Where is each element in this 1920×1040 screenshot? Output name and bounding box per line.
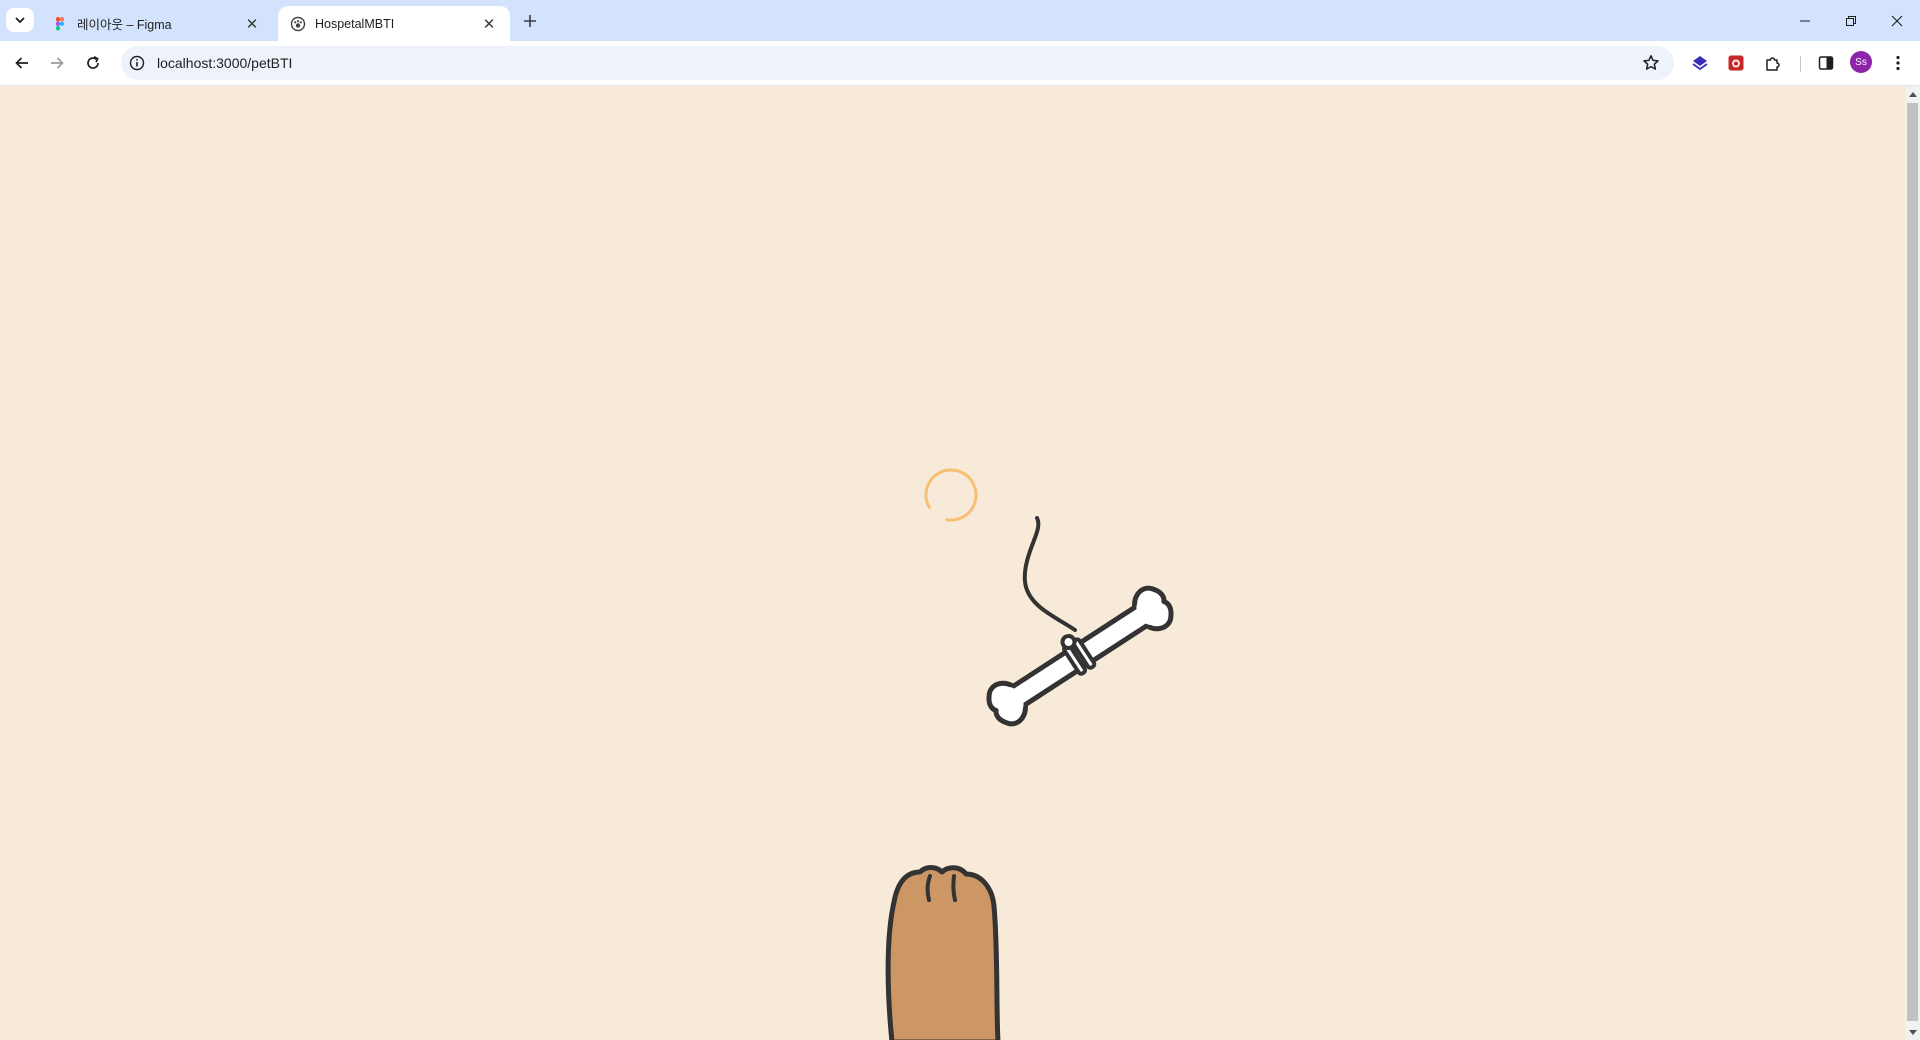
- arrow-right-icon: [51, 57, 64, 69]
- address-url[interactable]: localhost:3000/petBTI: [157, 55, 292, 71]
- tab-title: HospetalMBTI: [315, 16, 395, 31]
- more-vertical-icon: [1896, 55, 1900, 71]
- tab-hospetalmbti[interactable]: HospetalMBTI ✕: [278, 6, 510, 41]
- page-scrollbar[interactable]: [1905, 86, 1920, 1040]
- arrow-left-icon: [15, 57, 28, 69]
- tab-strip: 레이아웃 – Figma ✕ HospetalMBTI ✕: [0, 0, 1920, 41]
- toolbar-separator: [1800, 56, 1801, 72]
- figma-icon: [56, 16, 64, 30]
- browser-toolbar: localhost:3000/petBTI Ss: [0, 41, 1920, 86]
- site-info-icon[interactable]: [129, 55, 145, 71]
- extensions-button[interactable]: [1762, 52, 1784, 74]
- paw-favicon-icon: [290, 16, 306, 31]
- scroll-down-button[interactable]: [1905, 1025, 1920, 1040]
- extension-red-icon[interactable]: [1725, 52, 1747, 74]
- extension-stack-icon[interactable]: [1689, 52, 1711, 74]
- new-tab-button[interactable]: [519, 10, 541, 32]
- close-window-button[interactable]: [1874, 0, 1920, 41]
- restore-icon: [1846, 15, 1856, 26]
- close-tab-icon[interactable]: ✕: [243, 15, 261, 33]
- layers-icon: [1692, 56, 1708, 71]
- bone-on-string-illustration: [986, 516, 1174, 727]
- dog-paw-illustration: [885, 865, 1001, 1040]
- restore-button[interactable]: [1828, 0, 1874, 41]
- forward-button[interactable]: [43, 49, 71, 77]
- bookmark-star-icon[interactable]: [1642, 54, 1660, 72]
- minimize-icon: [1800, 20, 1810, 21]
- back-button[interactable]: [8, 49, 36, 77]
- scrollbar-thumb[interactable]: [1907, 103, 1918, 1021]
- side-panel-button[interactable]: [1815, 52, 1837, 74]
- address-bar[interactable]: localhost:3000/petBTI: [121, 46, 1674, 80]
- tab-search-button[interactable]: [6, 8, 34, 32]
- tab-title: 레이아웃 – Figma: [77, 18, 172, 32]
- reload-button[interactable]: [79, 49, 107, 77]
- page-content: [0, 86, 1905, 1040]
- plus-icon: [524, 15, 536, 27]
- minimize-button[interactable]: [1782, 0, 1828, 41]
- red-extension-icon: [1728, 55, 1744, 71]
- chevron-down-icon: [15, 17, 25, 24]
- side-panel-icon: [1818, 56, 1834, 70]
- scroll-up-button[interactable]: [1905, 86, 1920, 101]
- loading-spinner-icon: [924, 468, 978, 522]
- tab-figma[interactable]: 레이아웃 – Figma ✕: [40, 6, 273, 41]
- profile-avatar[interactable]: Ss: [1850, 51, 1872, 73]
- caret-up-icon: [1908, 91, 1917, 97]
- puzzle-icon: [1766, 57, 1780, 71]
- caret-down-icon: [1908, 1029, 1917, 1035]
- close-tab-icon[interactable]: ✕: [480, 15, 498, 33]
- reload-icon: [87, 56, 99, 69]
- close-icon: [1891, 15, 1903, 26]
- browser-menu-button[interactable]: [1887, 52, 1909, 74]
